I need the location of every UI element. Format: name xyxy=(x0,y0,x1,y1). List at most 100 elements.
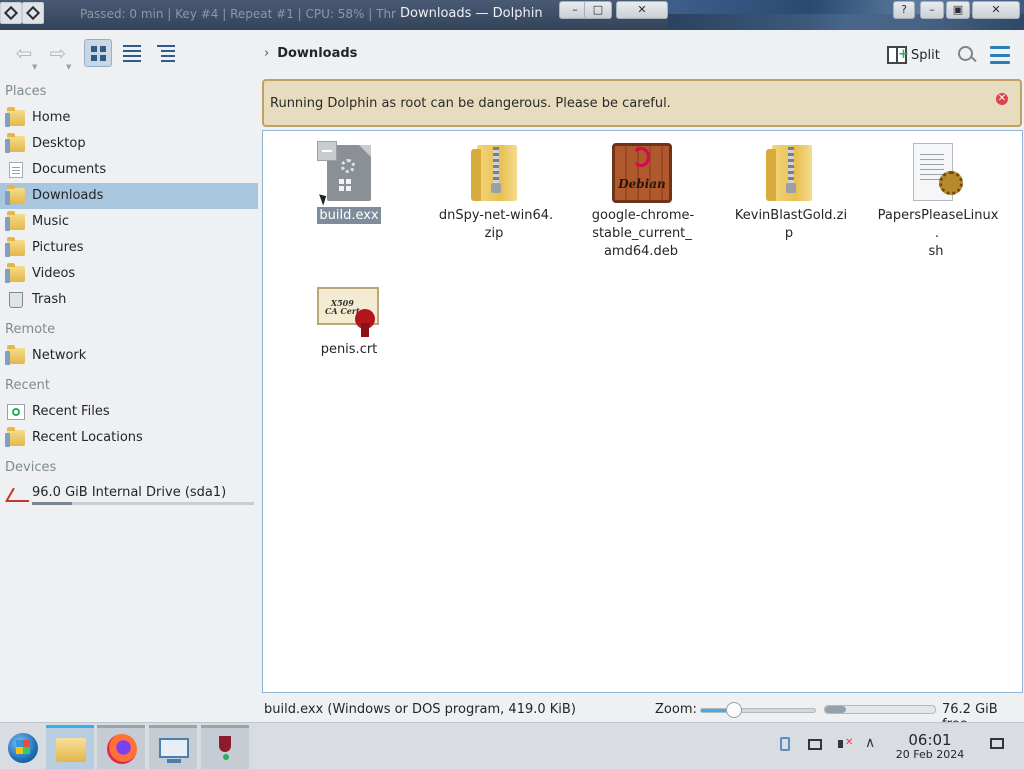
sidebar-item-recent-files[interactable]: Recent Files xyxy=(0,399,258,425)
sidebar-item-recent-locations[interactable]: Recent Locations xyxy=(0,425,258,451)
zoom-slider[interactable] xyxy=(700,702,816,718)
window-pin-icon[interactable] xyxy=(22,2,44,24)
sidebar-item-desktop[interactable]: Desktop xyxy=(0,131,258,157)
root-warning-banner: Running Dolphin as root can be dangerous… xyxy=(262,79,1022,127)
hamburger-menu-icon[interactable] xyxy=(990,46,1010,64)
file-manager-icon[interactable] xyxy=(46,725,94,769)
arrow-left-icon: ⇦ xyxy=(15,41,33,65)
recent-locations-icon xyxy=(5,427,25,447)
file-item-kevinblastgold-zip[interactable]: KevinBlastGold.zip xyxy=(728,133,852,243)
file-name: PapersPleaseLinux. sh xyxy=(877,208,999,259)
status-text: build.exx (Windows or DOS program, 419.0… xyxy=(264,702,576,717)
file-item-build-exx[interactable]: build.exx xyxy=(287,133,411,225)
sidebar-item-network[interactable]: Network xyxy=(0,343,258,369)
sidebar-item-music[interactable]: Music xyxy=(0,209,258,235)
chevron-right-icon: › xyxy=(264,46,270,61)
window-minimize-button[interactable]: – xyxy=(920,1,944,19)
sidebar-item-internal-drive[interactable]: 96.0 GiB Internal Drive (sda1) xyxy=(0,480,258,506)
split-label: Split xyxy=(911,47,940,63)
sidebar-item-label: Network xyxy=(32,348,87,363)
breadcrumb-item-downloads[interactable]: Downloads xyxy=(277,46,357,61)
zip-archive-icon xyxy=(463,141,527,205)
start-menu-icon[interactable] xyxy=(2,725,50,769)
desktop-folder-icon xyxy=(5,133,25,153)
window-close-button[interactable]: ✕ xyxy=(972,1,1020,19)
sidebar-item-label: Trash xyxy=(32,292,67,307)
file-name: penis.crt xyxy=(320,342,378,357)
search-icon[interactable] xyxy=(956,44,978,66)
firefox-icon[interactable] xyxy=(97,725,145,769)
section-header-remote: Remote xyxy=(5,322,56,337)
trash-icon xyxy=(9,292,23,308)
maximize-button[interactable]: □ xyxy=(584,1,612,19)
file-item-google-chrome-deb[interactable]: Debian google-chrome- stable_current_ am… xyxy=(580,133,704,261)
sidebar-item-label: Videos xyxy=(32,266,76,281)
section-header-places: Places xyxy=(5,84,47,99)
details-view-button[interactable] xyxy=(152,39,180,67)
sidebar-item-label: Recent Locations xyxy=(32,430,143,445)
close-button[interactable]: ✕ xyxy=(616,1,668,19)
icons-view-button[interactable] xyxy=(84,39,112,67)
sidebar-item-label: Documents xyxy=(32,162,107,177)
pictures-folder-icon xyxy=(5,237,25,257)
volume-muted-icon[interactable] xyxy=(836,735,854,753)
music-folder-icon xyxy=(5,211,25,231)
drive-icon xyxy=(7,485,29,502)
sidebar-item-pictures[interactable]: Pictures xyxy=(0,235,258,261)
sidebar-item-label: Desktop xyxy=(32,136,86,151)
system-monitor-icon[interactable] xyxy=(149,725,197,769)
sidebar-item-documents[interactable]: Documents xyxy=(0,157,258,183)
show-desktop-icon[interactable] xyxy=(988,735,1006,753)
back-button[interactable]: ⇦ ▼ xyxy=(10,41,38,71)
file-item-penis-crt[interactable]: X509 CA Cert penis.crt xyxy=(287,267,411,359)
file-view[interactable]: build.exx dnSpy-net-win64. zip Debian go… xyxy=(262,130,1023,693)
clock-date[interactable]: 20 Feb 2024 xyxy=(894,748,966,761)
clock-time[interactable]: 06:01 xyxy=(894,731,966,749)
compact-view-button[interactable] xyxy=(118,39,146,67)
sidebar-item-trash[interactable]: Trash xyxy=(0,287,258,313)
debian-label: Debian xyxy=(618,177,666,191)
clipboard-icon[interactable] xyxy=(776,735,794,753)
icons-view-icon xyxy=(90,45,106,61)
wine-icon[interactable] xyxy=(201,725,249,769)
help-button[interactable]: ? xyxy=(893,1,915,19)
chevron-down-icon: ▼ xyxy=(32,63,38,71)
debian-package-icon: Debian xyxy=(610,141,674,205)
window-titlebar[interactable]: Passed: 0 min | Key #4 | Repeat #1 | CPU… xyxy=(0,0,1024,30)
close-circle-icon[interactable]: ✕ xyxy=(996,93,1008,105)
downloads-folder-icon xyxy=(5,185,25,205)
file-item-dnspy-zip[interactable]: dnSpy-net-win64. zip xyxy=(433,133,557,243)
sidebar-item-videos[interactable]: Videos xyxy=(0,261,258,287)
chevron-up-icon[interactable]: ∧ xyxy=(865,735,875,751)
sidebar-item-downloads[interactable]: Downloads xyxy=(0,183,258,209)
section-header-recent: Recent xyxy=(5,378,50,393)
drive-usage-fill xyxy=(32,502,72,505)
selection-toggle-icon[interactable] xyxy=(317,141,337,161)
breadcrumb[interactable]: › Downloads xyxy=(264,46,357,61)
split-view-icon xyxy=(887,46,909,64)
split-button[interactable]: Split xyxy=(887,44,940,66)
file-item-paperspleaselinux-sh[interactable]: PapersPleaseLinux. sh xyxy=(875,133,999,261)
chevron-down-icon: ▼ xyxy=(66,63,72,71)
forward-button[interactable]: ⇨ ▼ xyxy=(44,41,72,71)
sidebar-item-label: Pictures xyxy=(32,240,84,255)
recent-files-icon xyxy=(7,404,25,420)
free-space-fill xyxy=(825,706,846,713)
sidebar-item-label: 96.0 GiB Internal Drive (sda1) xyxy=(32,485,227,500)
main-toolbar: ⇦▼ ⇨▼ ›Downloads Split xyxy=(0,30,1024,78)
sidebar-item-label: Home xyxy=(32,110,71,125)
sidebar-item-label: Downloads xyxy=(32,188,104,203)
details-view-icon xyxy=(157,44,175,62)
arrow-right-icon: ⇨ xyxy=(49,41,67,65)
zoom-label: Zoom: xyxy=(655,702,697,717)
home-folder-icon xyxy=(5,107,25,127)
sidebar-item-home[interactable]: Home xyxy=(0,105,258,131)
benchmark-overlay-text: Passed: 0 min | Key #4 | Repeat #1 | CPU… xyxy=(80,7,396,21)
window-maximize-button[interactable]: ▣ xyxy=(946,1,970,19)
keyboard-layout-icon[interactable] xyxy=(806,735,824,753)
zoom-slider-handle[interactable] xyxy=(726,702,743,718)
network-folder-icon xyxy=(5,345,25,365)
file-name: KevinBlastGold.zip xyxy=(734,208,848,241)
window-menu-icon[interactable] xyxy=(0,2,22,24)
shell-script-icon xyxy=(905,141,969,205)
